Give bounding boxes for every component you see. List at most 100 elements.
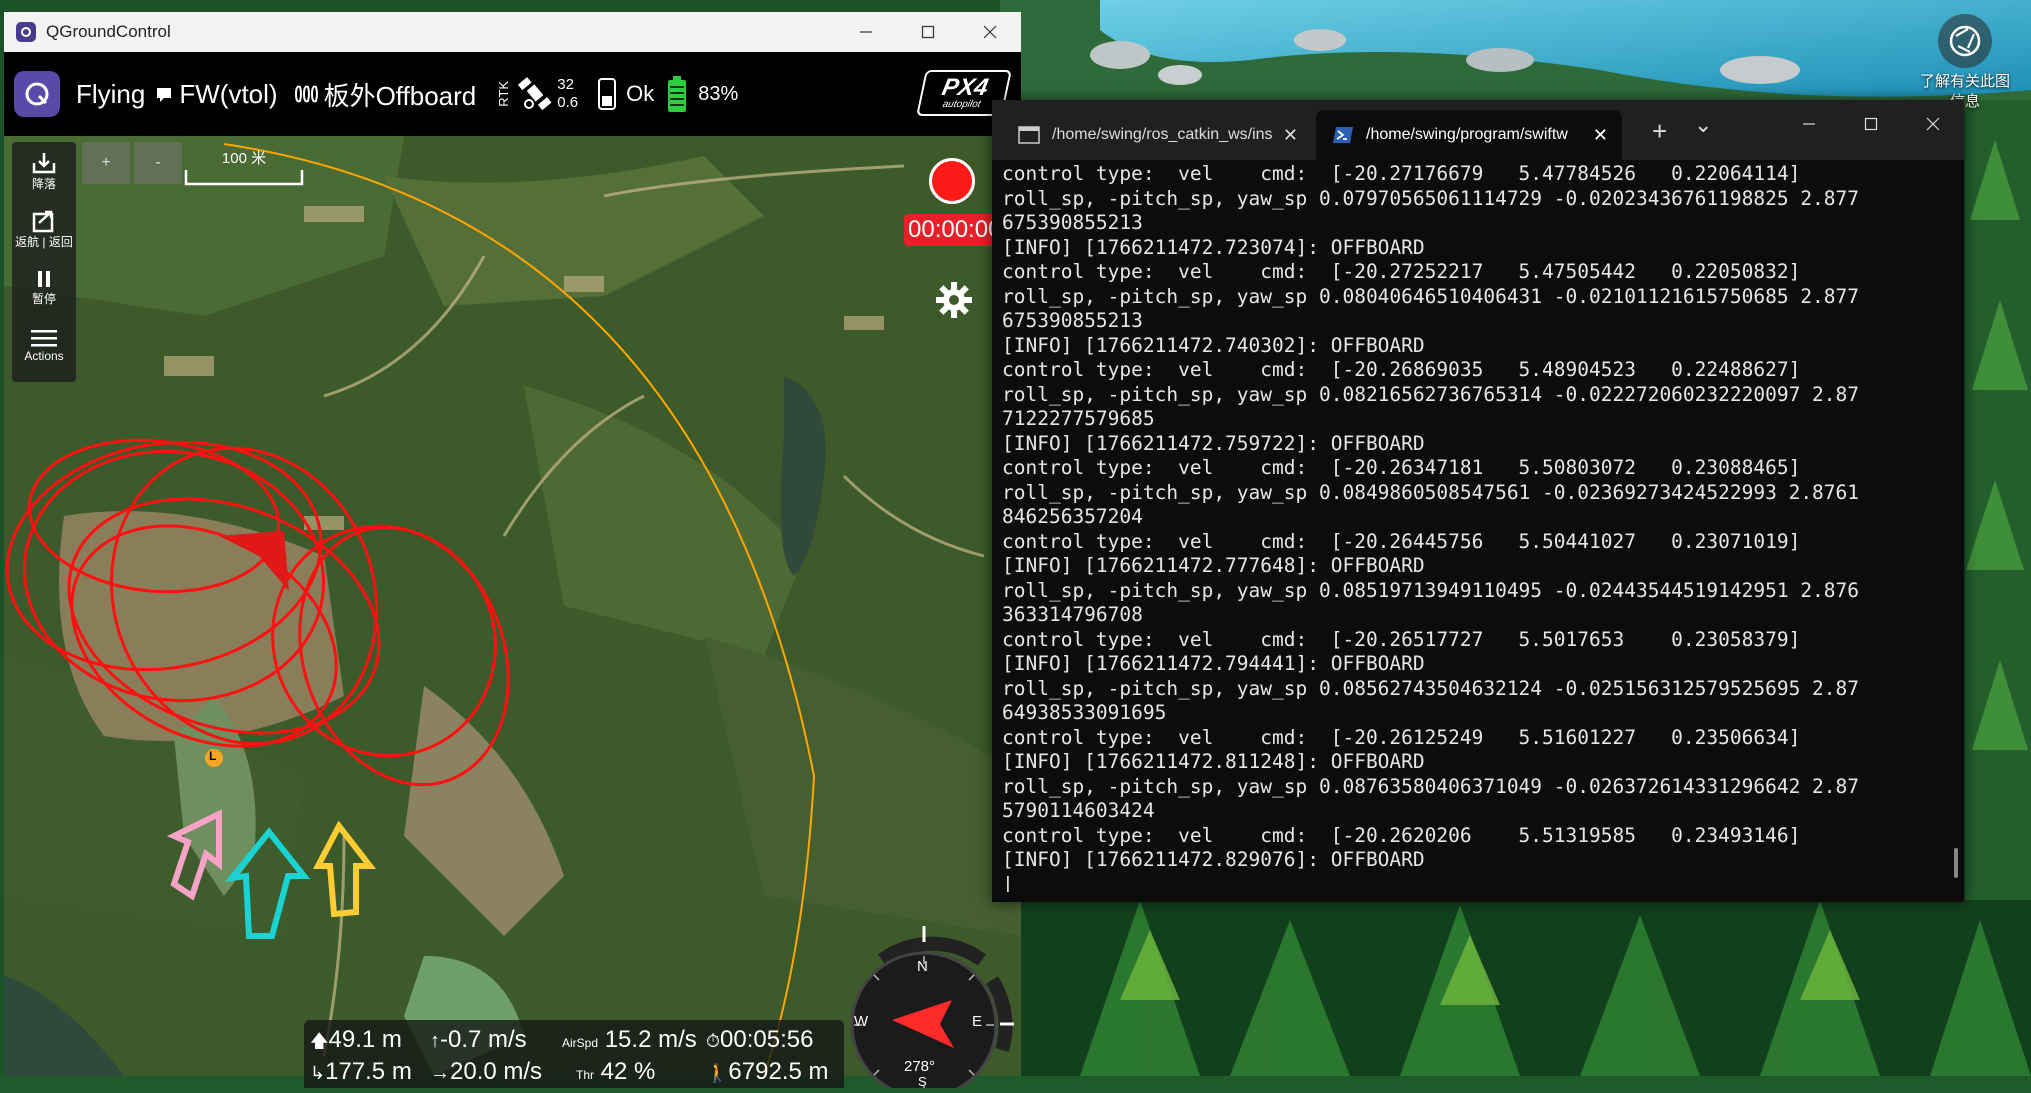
terminal-line: roll_sp, -pitch_sp, yaw_sp 0.08498605085… (1002, 480, 1860, 504)
terminal-line: control type: vel cmd: [-20.26125249 5.5… (1002, 725, 1801, 749)
terminal-line: roll_sp, -pitch_sp, yaw_sp 0.08519713949… (1002, 578, 1860, 602)
tool-actions[interactable]: Actions (12, 316, 76, 374)
terminal-line: 5790114603424 (1002, 799, 1155, 822)
compass-east: E (972, 1013, 983, 1030)
flight-status[interactable]: Flying (76, 79, 145, 110)
tool-return[interactable]: 返航 | 返回 (12, 200, 76, 258)
throttle-value: 42 % (600, 1058, 656, 1085)
record-button[interactable] (929, 158, 975, 204)
compass-heading: 278° (904, 1058, 936, 1075)
terminal-tabbar[interactable]: /home/swing/ros_catkin_ws/ins ✕ /home/sw… (992, 100, 1964, 160)
terminal-line: [INFO] [1766211472.829076]: OFFBOARD (1002, 848, 1425, 871)
left-tool-strip: 降落 返航 | 返回 暂停 Actions (12, 142, 76, 382)
terminal-close-button[interactable] (1902, 100, 1964, 148)
terminal-maximize-button[interactable] (1840, 100, 1902, 148)
close-tab-2-icon[interactable]: ✕ (1593, 125, 1608, 146)
terminal-tab-2[interactable]: /home/swing/program/swiftw ✕ (1316, 110, 1622, 160)
tool-land-label: 降落 (31, 176, 56, 191)
minimize-button[interactable] (835, 12, 897, 52)
throttle-readout: Thr 42 % (576, 1058, 655, 1086)
distance-home-value: 177.5 m (325, 1058, 412, 1085)
tool-return-label: 返航 | 返回 (15, 234, 73, 249)
distance-home-icon: ↳ (310, 1063, 326, 1083)
climb-rate-value: -0.7 m/s (440, 1026, 527, 1053)
maximize-icon (921, 25, 935, 39)
close-tab-1-icon[interactable]: ✕ (1283, 125, 1298, 146)
qgc-titlebar[interactable]: QGroundControl (4, 12, 1021, 52)
tool-pause-label: 暂停 (31, 291, 56, 306)
terminal-line: roll_sp, -pitch_sp, yaw_sp 0.08763580406… (1002, 774, 1860, 798)
ground-speed-readout: →20.0 m/s (430, 1058, 542, 1086)
airspeed-value: 15.2 m/s (604, 1026, 697, 1053)
map-scale: 100 米 (184, 147, 304, 186)
battery-status: Ok (626, 81, 655, 106)
compass-widget[interactable]: N E S W 278° (842, 920, 1022, 1093)
menu-icon (31, 330, 57, 347)
powershell-icon (1333, 127, 1353, 143)
terminal-line: 7122277579685 (1002, 407, 1155, 430)
altitude-readout: 🡅49.1 m (310, 1026, 402, 1059)
tool-land[interactable]: 降落 (12, 142, 76, 200)
terminal-line: [INFO] [1766211472.723074]: OFFBOARD (1002, 235, 1425, 259)
vehicle-type[interactable]: FW(vtol) (179, 79, 277, 110)
flight-mode-icon (294, 85, 318, 103)
stopwatch-icon: ⏱ (706, 1031, 721, 1051)
flight-mode[interactable]: 板外Offboard (324, 76, 477, 113)
tab-dropdown-button[interactable]: ⌄ (1694, 112, 1712, 138)
terminal-tab-1-title: /home/swing/ros_catkin_ws/ins (1052, 126, 1272, 143)
airspeed-label: AirSpd (562, 1036, 599, 1050)
climb-rate-arrow-icon: ↑ (430, 1030, 440, 1052)
terminal-line: 846256357204 (1002, 505, 1143, 528)
terminal-line: 363314796708 (1002, 603, 1143, 626)
qgroundcontrol-window: QGroundControl Flying FW(vtol) 板外Offboar… (4, 12, 1025, 1093)
zoom-in-button[interactable]: + (82, 142, 130, 184)
tool-pause[interactable]: 暂停 (12, 258, 76, 316)
climb-rate-readout: ↑-0.7 m/s (430, 1026, 527, 1054)
terminal-line: [INFO] [1766211472.740302]: OFFBOARD (1002, 333, 1425, 357)
gear-icon[interactable] (934, 280, 974, 320)
zoom-out-button[interactable]: - (134, 142, 182, 184)
gps-satellite-icon[interactable] (517, 76, 553, 112)
terminal-tab-1[interactable]: /home/swing/ros_catkin_ws/ins ✕ (1000, 110, 1312, 160)
vehicle-battery-icon[interactable] (666, 75, 688, 113)
tool-actions-label: Actions (24, 349, 64, 363)
qgc-toolbar: Flying FW(vtol) 板外Offboard RTK 32 0.6 Ok… (4, 52, 1021, 136)
terminal-line: control type: vel cmd: [-20.26445756 5.5… (1002, 529, 1801, 553)
maximize-icon (1864, 117, 1878, 131)
flight-time-readout: ⏱00:05:56 (706, 1026, 813, 1054)
px4-logo-subtext: autopilot (941, 99, 982, 110)
terminal-window: /home/swing/ros_catkin_ws/ins ✕ /home/sw… (992, 100, 1964, 902)
widget-label-line1: 了解有关此图 (1919, 73, 2010, 90)
terminal-scrollbar[interactable] (1954, 848, 1958, 878)
terminal-line: control type: vel cmd: [-20.27252217 5.4… (1002, 260, 1801, 283)
qgc-menu-button[interactable] (14, 71, 60, 117)
message-icon[interactable] (155, 85, 173, 103)
terminal-line: roll_sp, -pitch_sp, yaw_sp 0.08216562736… (1002, 382, 1860, 406)
qgc-logo-icon (25, 82, 49, 106)
close-button[interactable] (959, 12, 1021, 52)
minimize-icon (860, 31, 872, 33)
terminal-minimize-button[interactable] (1778, 100, 1840, 148)
total-distance-readout: 🚶6792.5 m (706, 1058, 829, 1086)
distance-home-readout: ↳177.5 m (310, 1058, 412, 1086)
compass-north: N (917, 958, 928, 975)
map-scale-label: 100 米 (221, 150, 267, 167)
terminal-line: control type: vel cmd: [-20.26869035 5.4… (1002, 358, 1801, 381)
pause-icon (38, 270, 50, 287)
total-distance-value: 6792.5 m (728, 1058, 829, 1085)
land-icon (32, 152, 56, 173)
desktop-spotlight-widget[interactable]: 了解有关此图 信息 (1900, 14, 2030, 112)
home-marker-label: L (209, 749, 217, 763)
altitude-up-arrow-icon: 🡅 (310, 1031, 329, 1051)
terminal-line: roll_sp, -pitch_sp, yaw_sp 0.08040646510… (1002, 284, 1860, 308)
terminal-line: 675390855213 (1002, 309, 1143, 332)
new-tab-button[interactable]: + (1652, 116, 1667, 147)
telemetry-panel[interactable]: 🡅49.1 m ↑-0.7 m/s AirSpd 15.2 m/s ⏱00:05… (304, 1020, 844, 1088)
gps-satellite-count: 32 (557, 76, 574, 93)
terminal-line: roll_sp, -pitch_sp, yaw_sp 0.08562743504… (1002, 676, 1860, 700)
flight-time-value: 00:05:56 (720, 1026, 814, 1053)
maximize-button[interactable] (897, 12, 959, 52)
terminal-output[interactable]: control type: vel cmd: [-20.27176679 5.4… (1002, 162, 1942, 892)
terminal-line: | (1002, 872, 1014, 893)
phone-battery-icon[interactable] (596, 76, 618, 112)
